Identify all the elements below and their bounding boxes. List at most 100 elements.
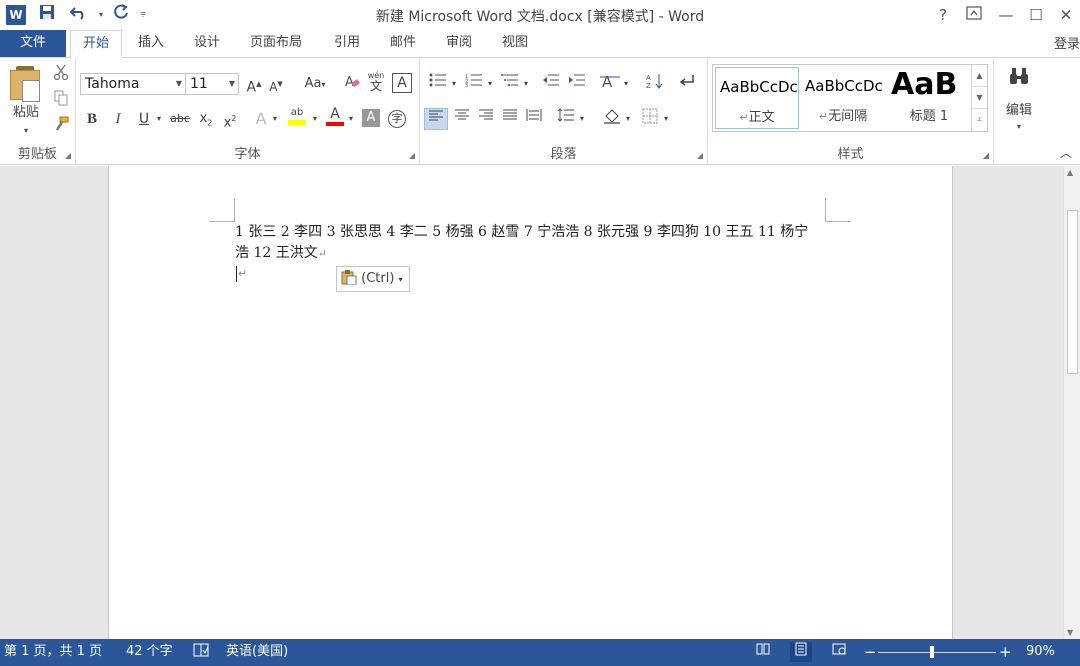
align-center-icon[interactable]	[450, 108, 474, 130]
align-right-icon[interactable]	[474, 108, 498, 130]
paste-icon[interactable]	[10, 66, 40, 102]
copy-icon[interactable]	[50, 90, 72, 112]
tab-home[interactable]: 开始	[70, 30, 123, 58]
proofing-icon[interactable]	[192, 639, 210, 665]
undo-icon[interactable]	[68, 4, 90, 26]
increase-indent-icon[interactable]	[566, 73, 588, 95]
style-normal[interactable]: AaBbCcDc ↵正文	[715, 67, 799, 129]
justify-icon[interactable]	[498, 108, 522, 130]
document-page[interactable]: 1 张三 2 李四 3 张思思 4 李二 5 杨强 6 赵雪 7 宁浩浩 8 张…	[108, 166, 953, 639]
style-no-spacing[interactable]: AaBbCcDc ↵无间隔	[801, 67, 885, 129]
underline-button[interactable]: U	[134, 108, 154, 130]
highlight-button[interactable]: ab	[286, 106, 308, 128]
subscript-button[interactable]: x2	[196, 108, 216, 130]
bullets-dropdown-icon[interactable]: ▾	[450, 73, 458, 95]
sign-in-link[interactable]: 登录	[1054, 33, 1080, 52]
font-name-dropdown-icon[interactable]: ▼	[176, 74, 182, 94]
maximize-icon[interactable]: ☐	[1023, 3, 1049, 27]
font-launcher-icon[interactable]: ◢	[409, 151, 415, 160]
customize-qat-icon[interactable]: ⩦	[140, 8, 146, 19]
zoom-out-button[interactable]: −	[864, 639, 877, 665]
paste-options-button[interactable]: (Ctrl) ▾	[336, 266, 410, 292]
word-count[interactable]: 42 个字	[126, 639, 173, 665]
style-heading-1[interactable]: AaB 标题 1	[887, 67, 971, 129]
zoom-in-button[interactable]: +	[999, 639, 1012, 665]
highlight-dropdown-icon[interactable]: ▾	[310, 108, 320, 130]
bullets-icon[interactable]	[426, 73, 450, 95]
save-icon[interactable]	[36, 4, 58, 26]
shading-dropdown-icon[interactable]: ▾	[624, 108, 632, 130]
text-effects-dropdown-icon[interactable]: ▾	[270, 108, 280, 130]
shrink-font-button[interactable]: A▼	[266, 73, 286, 95]
show-hide-marks-icon[interactable]	[676, 73, 698, 95]
character-shading-button[interactable]: A	[362, 109, 380, 127]
collapse-ribbon-icon[interactable]: ︿	[1058, 142, 1074, 164]
clear-formatting-icon[interactable]: A	[342, 73, 362, 95]
borders-dropdown-icon[interactable]: ▾	[662, 108, 670, 130]
zoom-slider-thumb[interactable]	[930, 646, 934, 658]
superscript-button[interactable]: x2	[220, 108, 240, 130]
line-spacing-icon[interactable]	[554, 108, 578, 130]
scrollbar-thumb[interactable]	[1067, 210, 1078, 374]
redo-icon[interactable]	[110, 4, 132, 26]
font-size-dropdown-icon[interactable]: ▼	[229, 74, 235, 94]
web-layout-icon[interactable]	[828, 642, 850, 662]
zoom-slider-track[interactable]	[878, 652, 996, 653]
multilevel-list-dropdown-icon[interactable]: ▾	[522, 73, 530, 95]
italic-button[interactable]: I	[108, 108, 128, 130]
distributed-icon[interactable]	[522, 108, 546, 130]
strikethrough-button[interactable]: abc	[168, 108, 192, 130]
chinese-layout-dropdown-icon[interactable]: ▾	[622, 73, 630, 95]
tab-mailings[interactable]: 邮件	[378, 30, 428, 57]
styles-launcher-icon[interactable]: ◢	[983, 151, 989, 160]
binoculars-icon[interactable]	[1004, 66, 1034, 96]
format-painter-icon[interactable]	[50, 116, 72, 138]
shading-icon[interactable]	[600, 108, 624, 130]
styles-scroll-up-icon[interactable]: ▲	[972, 65, 987, 87]
tab-page-layout[interactable]: 页面布局	[238, 30, 314, 57]
undo-dropdown-icon[interactable]: ▾	[90, 4, 112, 26]
text-effects-button[interactable]: A	[252, 108, 270, 130]
page-count[interactable]: 第 1 页，共 1 页	[4, 639, 102, 665]
multilevel-list-icon[interactable]	[498, 73, 522, 95]
tab-review[interactable]: 审阅	[434, 30, 484, 57]
decrease-indent-icon[interactable]	[540, 73, 562, 95]
ribbon-display-options-icon[interactable]	[961, 3, 987, 27]
numbering-icon[interactable]: 123	[462, 73, 486, 95]
font-color-button[interactable]: A	[324, 106, 346, 128]
zoom-level[interactable]: 90%	[1026, 639, 1055, 665]
language-indicator[interactable]: 英语(美国)	[226, 639, 288, 665]
tab-view[interactable]: 视图	[490, 30, 540, 57]
font-size-combo[interactable]: 11 ▼	[185, 73, 239, 95]
clipboard-launcher-icon[interactable]: ◢	[65, 151, 71, 160]
grow-font-button[interactable]: A▲	[244, 73, 264, 96]
font-name-combo[interactable]: Tahoma ▼	[80, 73, 186, 95]
tab-design[interactable]: 设计	[182, 30, 232, 57]
vertical-scrollbar[interactable]: ▲ ▼	[1063, 166, 1080, 639]
borders-icon[interactable]	[638, 108, 662, 130]
styles-scroll-down-icon[interactable]: ▼	[972, 87, 987, 109]
sort-icon[interactable]: AZ	[644, 73, 666, 95]
underline-dropdown-icon[interactable]: ▾	[154, 108, 164, 130]
scroll-down-icon[interactable]: ▼	[1067, 628, 1073, 637]
document-body-text[interactable]: 1 张三 2 李四 3 张思思 4 李二 5 杨强 6 赵雪 7 宁浩浩 8 张…	[235, 222, 835, 264]
tab-references[interactable]: 引用	[322, 30, 372, 57]
chinese-layout-icon[interactable]: A	[598, 73, 622, 95]
change-case-button[interactable]: Aa▾	[296, 73, 334, 95]
character-border-button[interactable]: A	[392, 73, 412, 93]
bold-button[interactable]: B	[82, 108, 102, 130]
scroll-up-icon[interactable]: ▲	[1067, 168, 1073, 177]
font-color-dropdown-icon[interactable]: ▾	[346, 108, 356, 130]
read-mode-icon[interactable]	[752, 642, 774, 662]
cut-icon[interactable]	[50, 64, 72, 86]
print-layout-icon[interactable]	[790, 642, 812, 662]
align-left-icon[interactable]	[424, 108, 448, 130]
help-button[interactable]: ?	[930, 3, 956, 27]
line-spacing-dropdown-icon[interactable]: ▾	[578, 108, 586, 130]
numbering-dropdown-icon[interactable]: ▾	[486, 73, 494, 95]
phonetic-guide-button[interactable]: wén 文	[366, 71, 386, 95]
paragraph-launcher-icon[interactable]: ◢	[697, 151, 703, 160]
close-icon[interactable]: ✕	[1053, 3, 1079, 27]
tab-file[interactable]: 文件	[0, 30, 66, 57]
tab-insert[interactable]: 插入	[126, 30, 176, 57]
